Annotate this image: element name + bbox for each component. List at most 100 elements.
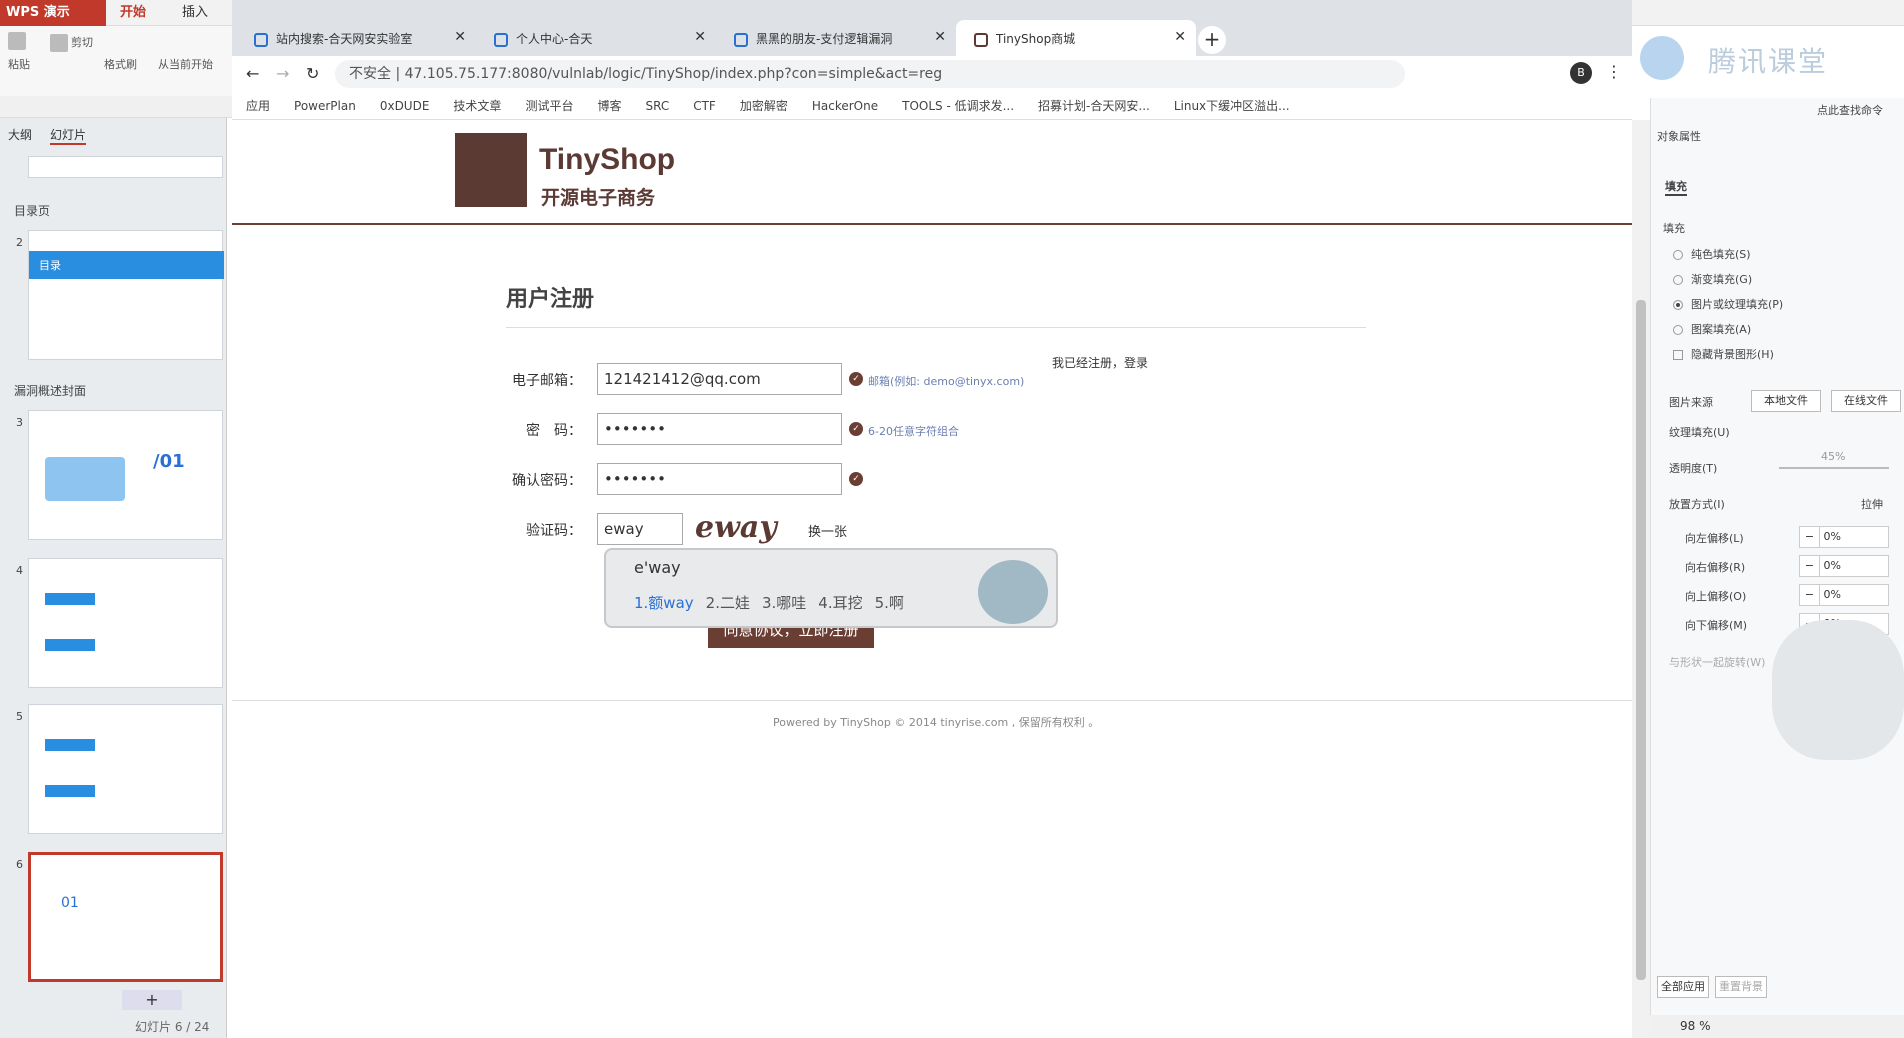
captcha-field[interactable]: eway bbox=[597, 513, 683, 545]
slide-thumb-1[interactable] bbox=[28, 156, 223, 178]
browser-tab-bar: 站内搜索-合天网安实验室 ✕ 个人中心-合天 ✕ 黑黑的朋友-支付逻辑漏洞 ✕ Tin… bbox=[232, 20, 1632, 56]
check-icon: ✓ bbox=[849, 472, 863, 486]
format-painter-button[interactable]: 格式刷 bbox=[104, 56, 137, 72]
browser-tab[interactable]: 个人中心-合天 ✕ bbox=[476, 20, 716, 56]
login-link[interactable]: 我已经注册，登录 bbox=[1052, 354, 1148, 371]
close-icon[interactable]: ✕ bbox=[454, 29, 466, 45]
tab-insert[interactable]: 插入 bbox=[182, 0, 208, 26]
apply-all-button[interactable]: 全部应用 bbox=[1657, 976, 1709, 998]
slide-thumb-6[interactable]: 01 bbox=[28, 852, 223, 982]
ime-candidates: 1.额way 2.二娃 3.哪哇 4.耳挖 5.啊 bbox=[634, 592, 904, 613]
bookmark-item[interactable]: 应用 bbox=[246, 97, 270, 114]
offset-up-spinner[interactable]: − 0% bbox=[1799, 584, 1889, 606]
bookmark-item[interactable]: CTF bbox=[693, 99, 716, 113]
bookmark-item[interactable]: SRC bbox=[645, 99, 669, 113]
bookmark-item[interactable]: 0xDUDE bbox=[380, 99, 430, 113]
bookmark-item[interactable]: 测试平台 bbox=[525, 97, 573, 114]
browser-tab[interactable]: 黑黑的朋友-支付逻辑漏洞 ✕ bbox=[716, 20, 956, 56]
fill-option[interactable]: 渐变填充(G) bbox=[1673, 271, 1752, 287]
close-icon[interactable]: ✕ bbox=[934, 29, 946, 45]
ime-candidate[interactable]: 2.二娃 bbox=[706, 592, 750, 613]
slide-thumb-3[interactable]: /01 bbox=[28, 410, 223, 540]
bookmark-item[interactable]: 技术文章 bbox=[453, 97, 501, 114]
offset-left-spinner[interactable]: − 0% bbox=[1799, 526, 1889, 548]
section-cover[interactable]: 漏洞概述封面 bbox=[14, 382, 86, 399]
slide-thumb-5[interactable] bbox=[28, 704, 223, 834]
captcha-label: 验证码： bbox=[526, 523, 582, 539]
reload-icon[interactable]: ↻ bbox=[306, 64, 319, 83]
bookmark-item[interactable]: Linux下缓冲区溢出... bbox=[1174, 97, 1290, 114]
slide-count: 幻灯片 6 / 24 bbox=[135, 1020, 210, 1034]
close-icon[interactable]: ✕ bbox=[694, 29, 706, 45]
paste-icon bbox=[8, 32, 26, 50]
menu-icon[interactable]: ⋮ bbox=[1606, 62, 1622, 81]
transparency-label: 透明度(T) bbox=[1669, 462, 1718, 475]
object-properties-panel: 点此查找命令 对象属性 填充 填充 纯色填充(S) 渐变填充(G) 图片或纹理填… bbox=[1650, 98, 1904, 1038]
email-field[interactable]: 121421412@qq.com bbox=[597, 363, 842, 395]
bookmark-item[interactable]: 招募计划-合天网安... bbox=[1038, 97, 1150, 114]
tab-fill[interactable]: 填充 bbox=[1665, 178, 1687, 196]
refresh-captcha-link[interactable]: 换一张 bbox=[808, 521, 847, 540]
fill-option[interactable]: 图案填充(A) bbox=[1673, 321, 1751, 337]
slide-title: /01 bbox=[153, 451, 185, 472]
picture-source-label: 图片来源 bbox=[1669, 396, 1713, 409]
browser-tab[interactable]: 站内搜索-合天网安实验室 ✕ bbox=[236, 20, 476, 56]
paste-button[interactable] bbox=[8, 32, 29, 50]
local-file-button[interactable]: 本地文件 bbox=[1751, 390, 1821, 412]
offset-right-spinner[interactable]: − 0% bbox=[1799, 555, 1889, 577]
slide-thumb-2[interactable]: 目录 bbox=[28, 230, 224, 360]
bookmark-item[interactable]: TOOLS - 低调求发... bbox=[902, 97, 1014, 114]
slide-number: 2 bbox=[16, 236, 23, 249]
forward-icon[interactable]: → bbox=[276, 64, 289, 83]
page-title: 用户注册 bbox=[506, 287, 595, 312]
paste-label: 粘贴 bbox=[8, 58, 30, 71]
fill-option-selected[interactable]: 图片或纹理填充(P) bbox=[1673, 296, 1783, 312]
captcha-image[interactable]: eway bbox=[695, 510, 777, 545]
password-field[interactable]: ••••••• bbox=[597, 413, 842, 445]
bookmark-item[interactable]: HackerOne bbox=[812, 99, 878, 113]
command-search[interactable]: 点此查找命令 bbox=[1817, 102, 1883, 118]
cut-button[interactable]: 剪切 bbox=[50, 34, 93, 52]
tab-home[interactable]: 开始 bbox=[120, 0, 146, 26]
tab-outline[interactable]: 大纲 bbox=[8, 126, 32, 143]
slide-illustration bbox=[45, 457, 125, 501]
reset-background-button[interactable]: 重置背景 bbox=[1715, 976, 1767, 998]
scrollbar-thumb[interactable] bbox=[1636, 300, 1646, 980]
bookmark-item[interactable]: PowerPlan bbox=[294, 99, 356, 113]
hide-background-checkbox[interactable]: 隐藏背景图形(H) bbox=[1673, 346, 1774, 362]
tab-slides[interactable]: 幻灯片 bbox=[50, 126, 87, 145]
password-hint: 6-20任意字符组合 bbox=[868, 425, 959, 438]
page-footer: Powered by TinyShop © 2014 tinyrise.com … bbox=[773, 716, 1100, 729]
ime-candidate[interactable]: 3.哪哇 bbox=[762, 592, 806, 613]
add-slide-button[interactable]: + bbox=[122, 990, 182, 1010]
profile-avatar[interactable]: B bbox=[1570, 62, 1592, 84]
slide-number: 4 bbox=[16, 564, 23, 577]
bookmark-item[interactable]: 加密解密 bbox=[740, 97, 788, 114]
confirm-password-field[interactable]: ••••••• bbox=[597, 463, 842, 495]
shield-icon bbox=[734, 32, 748, 47]
slide-title: 01 bbox=[61, 895, 79, 911]
ime-candidate[interactable]: 1.额way bbox=[634, 592, 694, 613]
fill-section: 填充 bbox=[1663, 222, 1685, 235]
from-current-button[interactable]: 从当前开始 bbox=[158, 56, 228, 72]
browser-tab-active[interactable]: TinyShop商城 ✕ bbox=[956, 20, 1196, 56]
fill-option[interactable]: 纯色填充(S) bbox=[1673, 246, 1751, 262]
ime-candidate[interactable]: 5.啊 bbox=[875, 592, 904, 613]
ime-candidate[interactable]: 4.耳挖 bbox=[818, 592, 862, 613]
slide-thumb-4[interactable] bbox=[28, 558, 223, 688]
online-file-button[interactable]: 在线文件 bbox=[1831, 390, 1901, 412]
section-toc[interactable]: 目录页 bbox=[14, 202, 50, 219]
wps-logo[interactable]: WPS 演示 bbox=[0, 0, 106, 26]
ime-composition: e'way bbox=[634, 558, 681, 577]
close-icon[interactable]: ✕ bbox=[1174, 29, 1186, 45]
panel-title: 对象属性 bbox=[1657, 130, 1701, 143]
tinyshop-logo[interactable]: TinyShop 开源电子商务 bbox=[455, 133, 675, 209]
zoom-level[interactable]: 98 % bbox=[1650, 1015, 1904, 1038]
back-icon[interactable]: ← bbox=[246, 64, 259, 83]
placement-select[interactable]: 拉伸 bbox=[1861, 496, 1883, 512]
rotate-with-shape-checkbox[interactable]: 与形状一起旋转(W) bbox=[1669, 654, 1765, 670]
transparency-slider[interactable] bbox=[1779, 467, 1889, 469]
new-tab-button[interactable]: + bbox=[1198, 26, 1226, 54]
bookmark-item[interactable]: 博客 bbox=[597, 97, 621, 114]
url-bar[interactable]: 不安全 | 47.105.75.177:8080/vulnlab/logic/T… bbox=[335, 60, 1405, 88]
